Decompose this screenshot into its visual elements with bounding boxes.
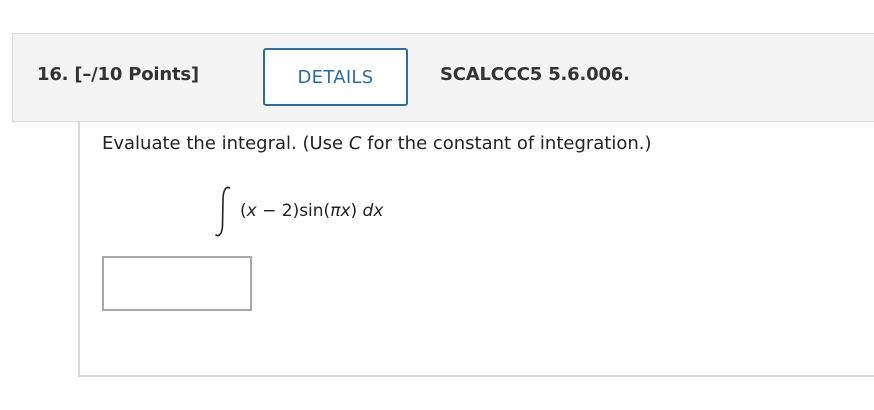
question-number: 16. [–/10 Points] (37, 64, 199, 85)
integrand-minus-two-sin: − 2)sin( (256, 201, 331, 221)
integrand-variable-x: x (246, 201, 257, 221)
assignment-code: SCALCCC5 5.6.006. (440, 64, 630, 85)
question-prompt: Evaluate the integral. (Use C for the co… (102, 133, 652, 154)
prompt-text-start: Evaluate the integral. (Use (102, 133, 349, 154)
question-body: Evaluate the integral. (Use C for the co… (78, 122, 874, 377)
prompt-text-end: for the constant of integration.) (361, 133, 652, 154)
question-header: 16. [–/10 Points] DETAILS SCALCCC5 5.6.0… (12, 33, 874, 122)
integrand: (x − 2)sin(πx) dx (240, 201, 383, 221)
integrand-open-paren: ( (240, 201, 247, 221)
answer-input[interactable] (102, 256, 252, 311)
integrand-pi-x: πx (330, 201, 351, 221)
constant-variable: C (348, 133, 362, 154)
details-button[interactable]: DETAILS (263, 48, 408, 106)
integrand-close-paren: ) (350, 201, 363, 221)
integrand-differential: dx (362, 201, 384, 221)
integral-sign-icon (215, 186, 231, 237)
